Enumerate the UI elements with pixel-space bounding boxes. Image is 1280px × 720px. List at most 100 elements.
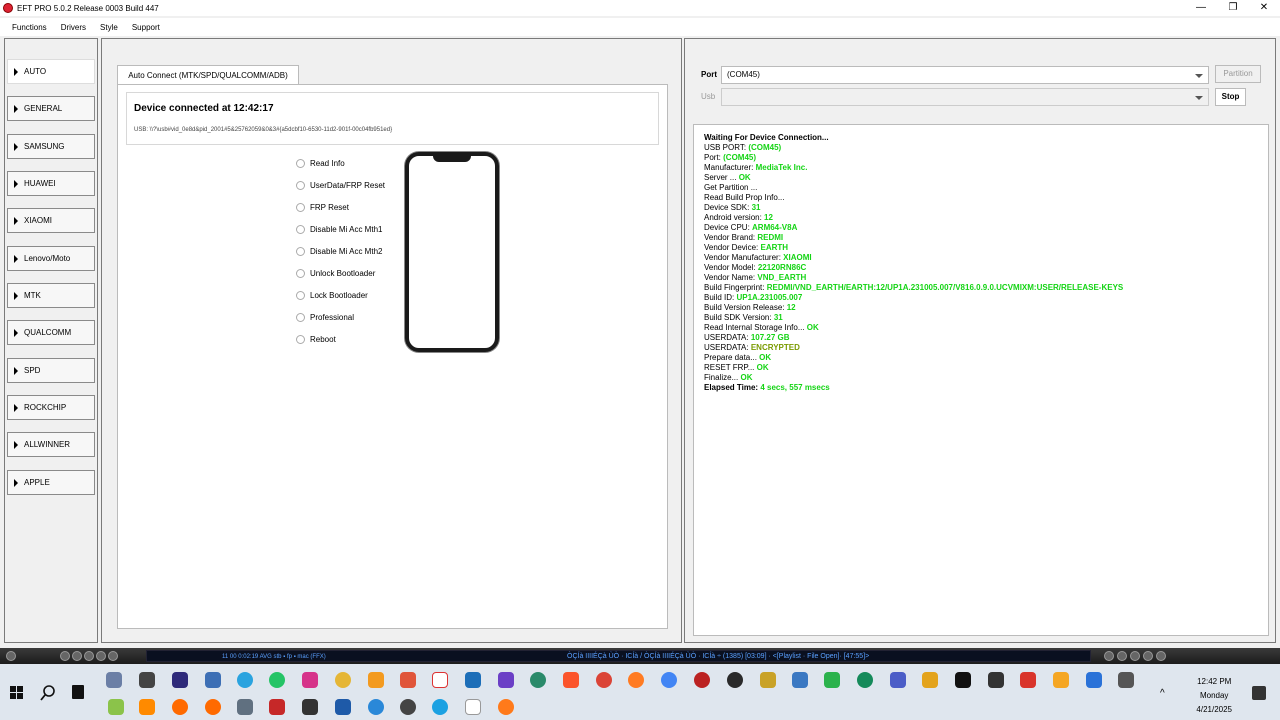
app-icon[interactable] [498, 672, 514, 688]
sidebar-item-lenovo-moto[interactable]: Lenovo/Moto [7, 246, 95, 271]
app-icon[interactable] [530, 672, 546, 688]
gear-icon[interactable] [400, 699, 416, 715]
xiaomi-icon[interactable] [172, 699, 188, 715]
app-icon[interactable] [108, 699, 124, 715]
sidebar-item-huawei[interactable]: HUAWEI [7, 171, 95, 196]
app-icon[interactable] [400, 672, 416, 688]
app-icon[interactable] [205, 672, 221, 688]
app-icon[interactable] [269, 699, 285, 715]
app-icon[interactable] [139, 699, 155, 715]
pause-icon[interactable] [84, 651, 94, 661]
prev-icon[interactable] [60, 651, 70, 661]
xiaomi-icon[interactable] [205, 699, 221, 715]
eject-icon[interactable] [1156, 651, 1166, 661]
close-button[interactable]: ✕ [1249, 0, 1279, 16]
sidebar-item-general[interactable]: GENERAL [7, 96, 95, 121]
option-reboot[interactable]: Reboot [296, 333, 336, 345]
app-icon[interactable] [792, 672, 808, 688]
app-icon[interactable] [432, 672, 448, 688]
sidebar-item-allwinner[interactable]: ALLWINNER [7, 432, 95, 457]
option-professional[interactable]: Professional [296, 311, 354, 323]
option-lock-bootloader[interactable]: Lock Bootloader [296, 289, 368, 301]
option-disable-mi-acc-mth1[interactable]: Disable Mi Acc Mth1 [296, 223, 382, 235]
sidebar-item-rockchip[interactable]: ROCKCHIP [7, 395, 95, 420]
sidebar-item-xiaomi[interactable]: XIAOMI [7, 208, 95, 233]
app-icon[interactable] [465, 672, 481, 688]
radio-button[interactable] [296, 312, 305, 322]
file-icon[interactable] [465, 699, 481, 715]
app-icon[interactable] [988, 672, 1004, 688]
app-icon[interactable] [368, 672, 384, 688]
chrome-icon[interactable] [661, 672, 677, 688]
app-icon[interactable] [335, 699, 351, 715]
search-icon[interactable] [40, 685, 56, 701]
app-icon[interactable] [727, 672, 743, 688]
sidebar-item-spd[interactable]: SPD [7, 358, 95, 383]
menu-style[interactable]: Style [100, 23, 118, 32]
app-icon[interactable] [139, 672, 155, 688]
usb-select[interactable] [721, 88, 1209, 106]
app-icon[interactable] [857, 672, 873, 688]
clock[interactable]: 12:42 PM Monday 4/21/2025 [1196, 675, 1232, 717]
sidebar-item-apple[interactable]: APPLE [7, 470, 95, 495]
app-icon[interactable] [760, 672, 776, 688]
app-icon[interactable] [1118, 672, 1134, 688]
option-unlock-bootloader[interactable]: Unlock Bootloader [296, 267, 375, 279]
menu-support[interactable]: Support [132, 23, 160, 32]
app-icon[interactable] [922, 672, 938, 688]
sidebar-item-auto[interactable]: AUTO [7, 59, 95, 84]
radio-button[interactable] [296, 334, 305, 344]
app-icon[interactable] [1053, 672, 1069, 688]
stop-icon[interactable] [96, 651, 106, 661]
partition-button[interactable]: Partition [1215, 65, 1261, 83]
play-icon[interactable] [72, 651, 82, 661]
option-disable-mi-acc-mth2[interactable]: Disable Mi Acc Mth2 [296, 245, 382, 257]
next-icon[interactable] [108, 651, 118, 661]
telegram-icon[interactable] [237, 672, 253, 688]
app-icon[interactable] [498, 699, 514, 715]
play-icon[interactable] [1117, 651, 1127, 661]
port-select[interactable]: (COM45) [721, 66, 1209, 84]
sidebar-item-qualcomm[interactable]: QUALCOMM [7, 320, 95, 345]
option-frp-reset[interactable]: FRP Reset [296, 201, 349, 213]
windows-start-icon[interactable] [10, 686, 23, 699]
play-icon[interactable] [824, 672, 840, 688]
radio-button[interactable] [296, 290, 305, 300]
option-read-info[interactable]: Read Info [296, 157, 345, 169]
app-icon[interactable] [368, 699, 384, 715]
tab-auto-connect[interactable]: Auto Connect (MTK/SPD/QUALCOMM/ADB) [117, 65, 299, 85]
player-control-icon[interactable] [6, 651, 16, 661]
eft-pro-icon[interactable] [694, 672, 710, 688]
menu-drivers[interactable]: Drivers [61, 23, 86, 32]
chrome-icon[interactable] [596, 672, 612, 688]
prev-icon[interactable] [1104, 651, 1114, 661]
radio-button[interactable] [296, 202, 305, 212]
app-icon[interactable] [955, 672, 971, 688]
stop-button[interactable]: Stop [1215, 88, 1246, 106]
sidebar-item-samsung[interactable]: SAMSUNG [7, 134, 95, 159]
task-view-icon[interactable] [72, 685, 84, 699]
instagram-icon[interactable] [302, 672, 318, 688]
radio-button[interactable] [296, 180, 305, 190]
radio-button[interactable] [296, 224, 305, 234]
app-icon[interactable] [1020, 672, 1036, 688]
brave-browser-icon[interactable] [563, 672, 579, 688]
app-icon[interactable] [890, 672, 906, 688]
maximize-button[interactable]: ❐ [1218, 0, 1248, 16]
chevron-up-icon[interactable]: ^ [1160, 688, 1165, 699]
edge-browser-icon[interactable] [432, 699, 448, 715]
radio-button[interactable] [296, 158, 305, 168]
app-icon[interactable] [106, 672, 122, 688]
sidebar-item-mtk[interactable]: MTK [7, 283, 95, 308]
notification-icon[interactable] [1252, 686, 1266, 700]
whatsapp-icon[interactable] [269, 672, 285, 688]
app-icon[interactable] [237, 699, 253, 715]
menu-functions[interactable]: Functions [12, 23, 47, 32]
minimize-button[interactable]: — [1186, 0, 1216, 16]
next-icon[interactable] [1143, 651, 1153, 661]
app-icon[interactable] [335, 672, 351, 688]
radio-button[interactable] [296, 268, 305, 278]
firefox-icon[interactable] [628, 672, 644, 688]
shield-icon[interactable] [302, 699, 318, 715]
app-icon[interactable] [172, 672, 188, 688]
